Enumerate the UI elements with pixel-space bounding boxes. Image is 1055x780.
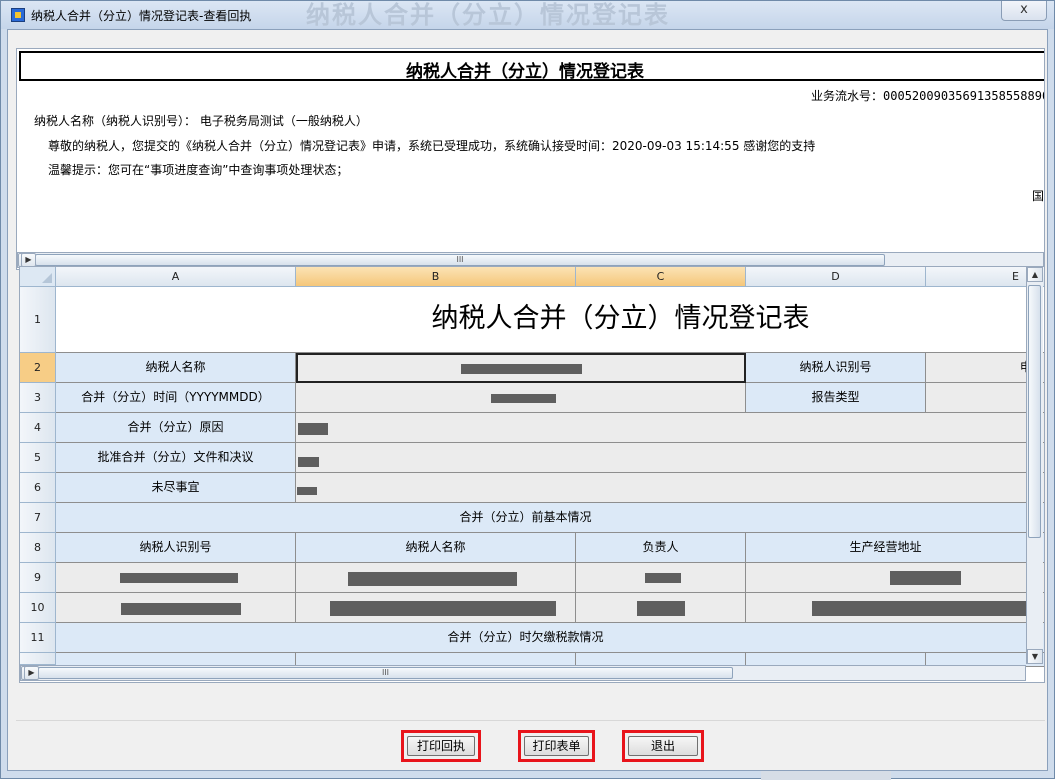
redacted-pending [297, 487, 317, 495]
header-responsible-person[interactable]: 负责人 [576, 533, 746, 563]
redacted-row10-id [121, 603, 241, 615]
header-taxpayer-name[interactable]: 纳税人名称 [296, 533, 576, 563]
row-header-7[interactable]: 7 [20, 503, 56, 533]
row-header-5[interactable]: 5 [20, 443, 56, 473]
sheet-horizontal-thumb[interactable]: III [38, 667, 733, 679]
accepted-message: 尊敬的纳税人，您提交的《纳税人合并（分立）情况登记表》申请，系统已受理成功，系统… [48, 139, 816, 153]
row-header-3[interactable]: 3 [20, 383, 56, 413]
receipt-panel: 纳税人合并（分立）情况登记表 业务流水号：0005200903569135855… [16, 48, 1045, 270]
print-form-button[interactable]: 打印表单 [524, 736, 589, 756]
receipt-title-box: 纳税人合并（分立）情况登记表 [19, 51, 1044, 82]
form-title-cell[interactable]: 纳税人合并（分立）情况登记表 [56, 287, 1044, 353]
row-header-8[interactable]: 8 [20, 533, 56, 563]
redacted-row9-responsible [645, 573, 681, 583]
redacted-taxpayer-name [461, 364, 582, 374]
sheet-vertical-scrollbar[interactable]: ▲ ▼ [1026, 267, 1043, 664]
serial-number: 业务流水号：00052009035691358558890 [811, 87, 1045, 104]
column-header-c[interactable]: C [576, 267, 746, 287]
approval-document-value[interactable] [296, 443, 1044, 473]
reason-value[interactable] [296, 413, 1044, 443]
sheet-vertical-thumb[interactable] [1028, 285, 1041, 538]
serial-value: 00052009035691358558890 [883, 89, 1045, 103]
dialog-client-area: 纳税人合并（分立）情况登记表 业务流水号：0005200903569135855… [7, 29, 1048, 771]
header-business-address[interactable]: 生产经营地址 [746, 533, 1044, 563]
reason-label[interactable]: 合并（分立）原因 [56, 413, 296, 443]
redacted-reason [298, 423, 328, 435]
redacted-row10-address [812, 601, 1028, 616]
tip-message: 温馨提示：您可在“事项进度查询”中查询事项处理状态； [48, 163, 349, 177]
scroll-down-icon[interactable]: ▼ [1027, 649, 1043, 664]
form-spreadsheet: A B C D E 1 2 3 4 5 6 7 8 9 10 11 纳税人合并（… [19, 266, 1045, 683]
pending-matters-value[interactable] [296, 473, 1044, 503]
section-before-merge[interactable]: 合并（分立）前基本情况 [56, 503, 1044, 533]
print-receipt-highlight: 打印回执 [401, 730, 481, 762]
taxpayer-line: 纳税人名称（纳税人识别号）： 电子税务局测试（一般纳税人） [34, 114, 368, 128]
button-area-divider [16, 720, 1045, 721]
print-form-highlight: 打印表单 [518, 730, 595, 762]
pending-matters-label[interactable]: 未尽事宜 [56, 473, 296, 503]
close-button[interactable]: x [1001, 1, 1047, 21]
row-header-2[interactable]: 2 [20, 353, 56, 383]
scroll-right-icon[interactable]: ▶ [21, 253, 36, 267]
scroll-up-icon[interactable]: ▲ [1027, 267, 1043, 282]
redacted-row10-name [330, 601, 556, 616]
redacted-row9-address [890, 571, 961, 585]
print-receipt-button[interactable]: 打印回执 [407, 736, 475, 756]
receipt-trailing-text: 国 [1032, 189, 1045, 203]
exit-highlight: 退出 [622, 730, 704, 762]
window-title: 纳税人合并（分立）情况登记表-查看回执 [31, 9, 252, 23]
row-header-10[interactable]: 10 [20, 593, 56, 623]
receipt-title: 纳税人合并（分立）情况登记表 [406, 62, 644, 82]
column-header-d[interactable]: D [746, 267, 926, 287]
redacted-approval [298, 457, 319, 467]
row-header-4[interactable]: 4 [20, 413, 56, 443]
taxpayer-id-label[interactable]: 纳税人识别号 [746, 353, 926, 383]
merge-time-label[interactable]: 合并（分立）时间（YYYYMMDD） [56, 383, 296, 413]
row-header-6[interactable]: 6 [20, 473, 56, 503]
column-header-b[interactable]: B [296, 267, 576, 287]
redacted-row10-responsible [637, 601, 685, 616]
sheet-horizontal-scrollbar[interactable]: ◀ III ▶ [20, 665, 1026, 681]
app-icon [11, 8, 25, 22]
redacted-row9-name [348, 572, 517, 586]
section-arrears[interactable]: 合并（分立）时欠缴税款情况 [56, 623, 1044, 653]
row-header-11[interactable]: 11 [20, 623, 56, 653]
approval-document-label[interactable]: 批准合并（分立）文件和决议 [56, 443, 296, 473]
receipt-dialog-window: 纳税人合并（分立）情况登记表-查看回执 纳税人合并（分立）情况登记表 x 纳税人… [0, 0, 1055, 780]
report-type-label[interactable]: 报告类型 [746, 383, 926, 413]
row-header-9[interactable]: 9 [20, 563, 56, 593]
sheet-scroll-right-icon[interactable]: ▶ [24, 666, 39, 680]
header-taxpayer-id[interactable]: 纳税人识别号 [56, 533, 296, 563]
redacted-merge-time [491, 394, 556, 403]
taxpayer-name-label[interactable]: 纳税人名称 [56, 353, 296, 383]
select-all-corner[interactable] [20, 267, 56, 287]
serial-label: 业务流水号： [811, 89, 884, 103]
background-window-title: 纳税人合并（分立）情况登记表 [306, 1, 670, 29]
title-bar[interactable]: 纳税人合并（分立）情况登记表-查看回执 纳税人合并（分立）情况登记表 x [1, 1, 1054, 29]
receipt-scroll-thumb[interactable]: III [35, 254, 885, 266]
row-header-1[interactable]: 1 [20, 287, 56, 353]
row-header-12[interactable] [20, 653, 56, 665]
redacted-row9-id [120, 573, 238, 583]
column-header-a[interactable]: A [56, 267, 296, 287]
exit-button[interactable]: 退出 [628, 736, 698, 756]
